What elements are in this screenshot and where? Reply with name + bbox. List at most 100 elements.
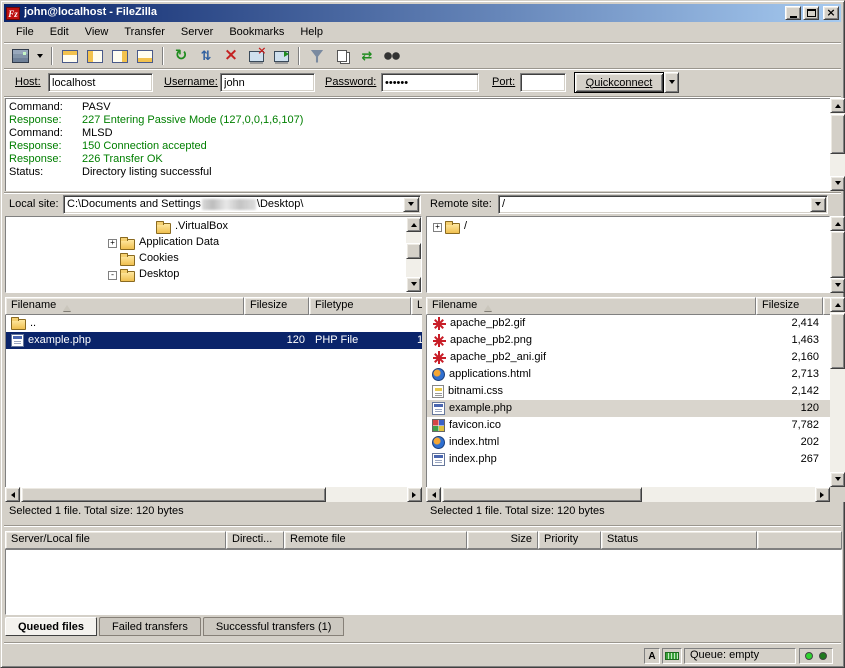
minimize-button[interactable] [785,6,801,20]
password-input[interactable] [381,73,479,92]
local-site-combo[interactable]: C:\Documents and Settings\Desktop\ [63,195,421,214]
column-header-filetype[interactable]: Filetype [309,297,411,315]
compare-button[interactable] [330,45,354,67]
file-type-icon [432,368,445,381]
username-input[interactable] [220,73,315,92]
scroll-down-button[interactable] [830,278,845,293]
scrollbar-thumb[interactable] [830,114,845,154]
tree-expander-icon[interactable]: - [108,271,117,280]
scroll-up-button[interactable] [406,217,421,232]
scroll-up-button[interactable] [830,297,845,312]
menu-edit[interactable]: Edit [42,24,77,41]
reconnect-button[interactable] [269,45,293,67]
toggle-queue-button[interactable] [133,45,157,67]
quickconnect-button[interactable]: Quickconnect [574,72,664,93]
column-header-filesize[interactable]: Filesize [756,297,823,315]
file-row[interactable]: index.php 267 [427,451,830,468]
process-queue-button[interactable] [194,45,218,67]
tree-expander-icon[interactable]: + [433,223,442,232]
scroll-right-button[interactable] [815,487,830,502]
filter-button[interactable] [305,45,329,67]
titlebar[interactable]: Fz john@localhost - FileZilla × [4,4,841,22]
scroll-down-button[interactable] [830,176,845,191]
remote-list-scrollbar[interactable] [830,297,845,487]
column-header-size[interactable]: Size [467,531,538,549]
remote-tree-scrollbar[interactable] [830,216,845,293]
file-row[interactable]: example.php 120 PHP File 1 [6,332,422,349]
file-row[interactable]: .. [6,315,422,332]
scroll-down-button[interactable] [406,277,421,292]
site-manager-dropdown-button[interactable] [33,45,46,67]
scrollbar-thumb[interactable] [830,231,845,278]
site-manager-button[interactable] [8,45,32,67]
scroll-down-button[interactable] [830,472,845,487]
column-header-direction[interactable]: Directi... [226,531,284,549]
log-line: Command:MLSD [9,127,827,140]
tree-expander-icon[interactable]: + [108,239,117,248]
column-header-filename[interactable]: Filename [426,297,756,315]
file-row[interactable]: index.html 202 [427,434,830,451]
tree-item[interactable]: Cookies [6,251,421,267]
queue-list[interactable] [5,549,842,615]
scrollbar-thumb[interactable] [830,313,845,369]
column-header-last-modified[interactable]: L [411,297,422,315]
file-row[interactable]: example.php 120 [427,400,830,417]
close-button[interactable]: × [823,6,839,20]
scrollbar-thumb[interactable] [442,487,642,502]
column-header-remote-file[interactable]: Remote file [284,531,467,549]
scroll-right-button[interactable] [407,487,422,502]
local-site-dropdown-button[interactable] [403,197,419,212]
scroll-left-button[interactable] [5,487,20,502]
scrollbar-thumb[interactable] [21,487,326,502]
tree-item[interactable]: + Application Data [6,235,421,251]
menu-view[interactable]: View [77,24,117,41]
local-list-hscrollbar[interactable] [5,487,422,502]
remote-site-dropdown-button[interactable] [810,197,826,212]
scroll-up-button[interactable] [830,216,845,231]
toggle-remote-tree-button[interactable] [108,45,132,67]
column-header-status[interactable]: Status [601,531,757,549]
tree-item[interactable]: + / [427,219,829,235]
cancel-button[interactable] [219,45,243,67]
column-header-filesize[interactable]: Filesize [244,297,309,315]
file-row[interactable]: apache_pb2_ani.gif 2,160 [427,349,830,366]
menu-transfer[interactable]: Transfer [116,24,173,41]
tab-successful-transfers[interactable]: Successful transfers (1) [203,617,345,636]
column-header-filename[interactable]: Filename [5,297,244,315]
quickconnect-dropdown-button[interactable] [664,72,679,93]
remote-site-combo[interactable]: / [498,195,828,214]
disconnect-button[interactable] [244,45,268,67]
file-row[interactable]: favicon.ico 7,782 [427,417,830,434]
toggle-local-tree-button[interactable] [83,45,107,67]
menu-help[interactable]: Help [292,24,331,41]
file-row[interactable]: apache_pb2.gif 2,414 [427,315,830,332]
tab-failed-transfers[interactable]: Failed transfers [99,617,201,636]
tab-queued-files[interactable]: Queued files [5,617,97,636]
scroll-left-button[interactable] [426,487,441,502]
log-message: Directory listing successful [82,166,212,178]
host-input[interactable] [48,73,153,92]
toggle-log-button[interactable] [58,45,82,67]
refresh-button[interactable] [169,45,193,67]
file-row[interactable]: bitnami.css 2,142 [427,383,830,400]
scrollbar-thumb[interactable] [406,243,421,259]
menu-bookmarks[interactable]: Bookmarks [221,24,292,41]
file-row[interactable]: apache_pb2.png 1,463 [427,332,830,349]
arrow-down-icon [835,283,841,290]
find-files-button[interactable] [380,45,404,67]
sync-browsing-button[interactable] [355,45,379,67]
menu-file[interactable]: File [8,24,42,41]
tree-item[interactable]: .VirtualBox [6,219,421,235]
column-header-server-local-file[interactable]: Server/Local file [5,531,226,549]
menu-server[interactable]: Server [173,24,221,41]
log-scrollbar[interactable] [830,98,845,191]
speed-limit-icon[interactable] [662,648,682,664]
local-tree-scrollbar[interactable] [406,217,421,292]
scroll-up-button[interactable] [830,98,845,113]
file-row[interactable]: applications.html 2,713 [427,366,830,383]
remote-list-hscrollbar[interactable] [426,487,830,502]
port-input[interactable] [520,73,566,92]
column-header-priority[interactable]: Priority [538,531,601,549]
tree-item[interactable]: - Desktop [6,267,421,283]
maximize-button[interactable] [803,6,819,20]
